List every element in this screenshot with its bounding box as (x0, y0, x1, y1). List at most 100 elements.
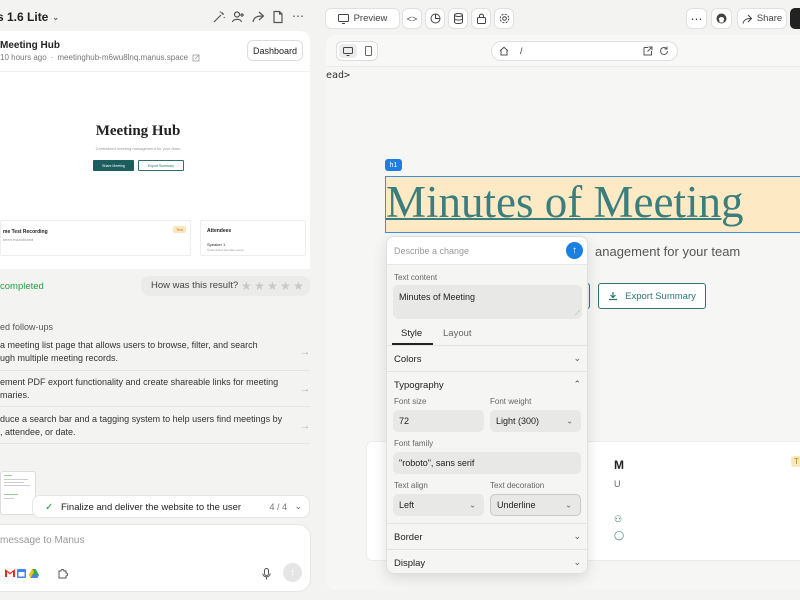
rating-question: How was this result? (151, 280, 239, 291)
chevron-down-icon: ⌄ (573, 557, 581, 567)
font-size-label: Font size (394, 397, 427, 406)
chevron-down-icon: ⌄ (52, 12, 60, 22)
border-section[interactable]: Border ⌄ (387, 523, 587, 549)
describe-change-input[interactable]: Describe a change (394, 246, 469, 256)
tab-style[interactable]: Style (401, 328, 422, 339)
font-family-input[interactable]: "roboto", sans serif (393, 452, 581, 474)
star-icon[interactable]: ★ (241, 279, 252, 293)
status-completed: completed (0, 281, 44, 292)
open-external-icon[interactable] (643, 46, 653, 56)
database-tab[interactable] (448, 8, 468, 29)
refresh-icon[interactable] (659, 46, 669, 56)
share-label: Share (756, 13, 783, 24)
share-icon[interactable] (251, 10, 267, 26)
thumbnail-card-badge: Test (173, 226, 187, 233)
thumbnail-card-title: me Test Recording (3, 229, 48, 235)
mobile-view-button[interactable] (359, 44, 377, 58)
selected-heading[interactable]: Minutes of Meeting (385, 176, 800, 233)
star-icon[interactable]: ★ (254, 279, 265, 293)
task-progress-bar[interactable]: ✓ Finalize and deliver the website to th… (32, 495, 310, 518)
microphone-icon[interactable] (262, 568, 271, 580)
text-content-value: Minutes of Meeting (399, 292, 476, 302)
card-badge: T (791, 456, 800, 467)
external-link-icon[interactable] (192, 54, 200, 62)
home-icon[interactable] (499, 46, 509, 56)
font-weight-select[interactable]: Light (300) ⌄ (490, 410, 581, 432)
text-content-field[interactable]: Minutes of Meeting ⟋ (393, 285, 582, 319)
send-button[interactable]: ↑ (283, 563, 302, 582)
puzzle-icon[interactable] (57, 568, 68, 579)
export-summary-button[interactable]: Export Summary (598, 283, 706, 309)
followup-line: , attendee, or date. (0, 427, 76, 437)
submit-change-button[interactable]: ↑ (566, 242, 583, 259)
tab-layout[interactable]: Layout (443, 328, 472, 339)
site-thumbnail[interactable]: Meeting Hub Centralized meeting manageme… (0, 71, 310, 269)
followup-line: ugh multiple meeting records. (0, 353, 119, 363)
font-family-label: Font family (394, 439, 434, 448)
font-family-value: "roboto", sans serif (399, 458, 475, 468)
project-title: Meeting Hub (0, 40, 60, 51)
more-icon: ⋯ (690, 11, 703, 26)
chevron-down-icon[interactable]: ⌄ (294, 501, 302, 512)
typography-section[interactable]: Typography ⌃ (387, 371, 587, 397)
display-section[interactable]: Display ⌄ (387, 549, 587, 573)
thumbnail-attendees-title: Attendees (207, 228, 232, 234)
download-icon (609, 292, 618, 301)
share-button[interactable]: Share (737, 8, 787, 29)
desktop-view-button[interactable] (339, 44, 357, 58)
arrow-right-icon: → (300, 384, 310, 395)
thumbnail-title: Meeting Hub (95, 123, 181, 139)
star-icon[interactable]: ★ (293, 279, 304, 293)
font-size-input[interactable]: 72 (393, 410, 484, 432)
more-options-button[interactable]: ⋯ (686, 8, 707, 29)
star-icon[interactable]: ★ (280, 279, 291, 293)
text-decoration-select[interactable]: Underline ⌄ (490, 494, 581, 516)
divider (0, 406, 310, 407)
calendar-icon[interactable] (17, 569, 26, 578)
analytics-tab[interactable] (425, 8, 445, 29)
resize-handle-icon[interactable]: ⟋ (575, 310, 580, 318)
text-align-select[interactable]: Left ⌄ (393, 494, 484, 516)
chevron-down-icon: ⌄ (573, 531, 581, 541)
monitor-icon (343, 46, 353, 56)
file-icon[interactable] (271, 10, 287, 26)
user-avatar[interactable] (790, 8, 800, 29)
url-bar[interactable]: / (491, 41, 678, 61)
chevron-down-icon: ⌄ (566, 416, 573, 426)
model-selector[interactable]: s 1.6 Lite ⌄ (0, 10, 59, 24)
code-tab[interactable]: <> (402, 8, 422, 29)
lock-tab[interactable] (471, 8, 491, 29)
drive-icon[interactable] (29, 569, 39, 578)
pie-chart-icon (430, 13, 440, 24)
thumbnail-attendee-name: Speaker 1 (207, 242, 226, 247)
followup-line: maries. (0, 390, 30, 400)
colors-section[interactable]: Colors ⌄ (387, 345, 587, 371)
thumbnail-subtitle: Centralized meeting management for your … (95, 146, 181, 151)
message-input[interactable]: message to Manus (0, 535, 85, 546)
chat-pane: s 1.6 Lite ⌄ ⋯ Meeting Hub 10 hours ago … (0, 0, 318, 600)
text-content-label: Text content (394, 273, 438, 282)
followup-item[interactable]: duce a search bar and a tagging system t… (0, 413, 310, 439)
rating-widget: How was this result? ★ ★ ★ ★ ★ (141, 276, 310, 296)
followup-item[interactable]: a meeting list page that allows users to… (0, 339, 310, 365)
github-button[interactable] (711, 8, 732, 29)
project-url[interactable]: meetinghub-m6wu8lnq.manus.space (57, 53, 188, 62)
followup-item[interactable]: ement PDF export functionality and creat… (0, 376, 310, 402)
magic-wand-icon[interactable] (212, 10, 228, 26)
more-icon[interactable]: ⋯ (292, 10, 308, 26)
font-size-value: 72 (399, 416, 410, 426)
chevron-down-icon: ⌄ (573, 353, 581, 363)
gmail-icon[interactable] (5, 569, 15, 577)
project-age: 10 hours ago (0, 53, 47, 62)
dashboard-button[interactable]: Dashboard (247, 40, 303, 61)
followups-heading: ed follow-ups (0, 322, 54, 332)
add-user-icon[interactable] (231, 10, 247, 26)
preview-tab[interactable]: Preview (325, 8, 400, 29)
arrow-right-icon: → (300, 347, 310, 358)
settings-tab[interactable] (494, 8, 514, 29)
describe-change-field[interactable]: Describe a change ↑ (387, 237, 587, 265)
star-icon[interactable]: ★ (267, 279, 278, 293)
computer-thumbnail[interactable] (0, 471, 36, 515)
thumbnail-share-label: Share Meeting (102, 163, 125, 168)
divider (0, 443, 310, 444)
